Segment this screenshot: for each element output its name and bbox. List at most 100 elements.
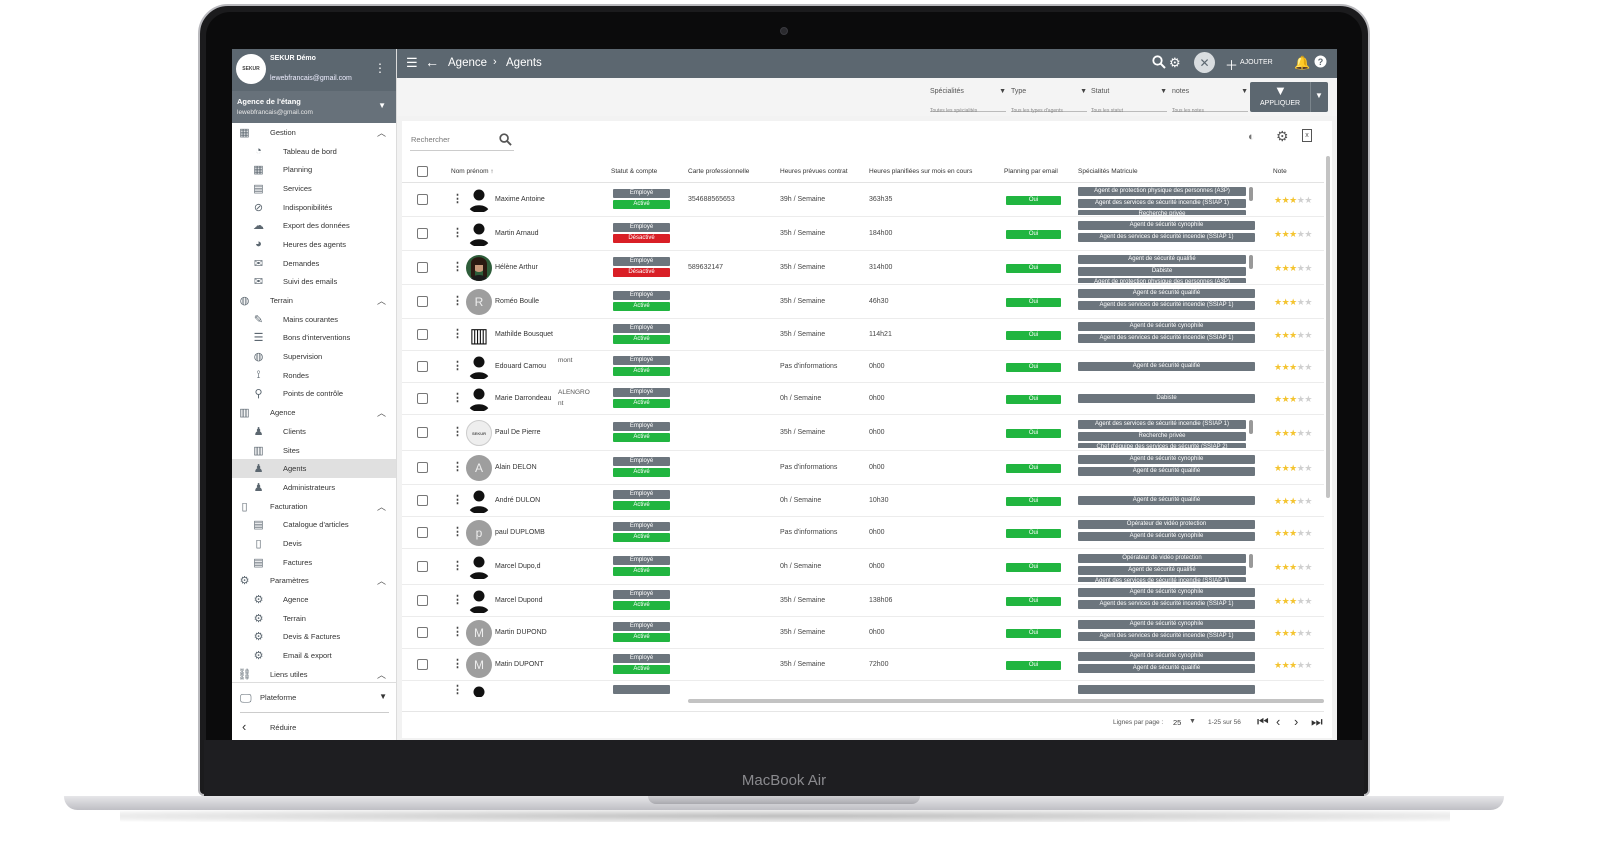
chevron-up-icon[interactable]: ︿ xyxy=(377,126,386,139)
table-row[interactable]: ⋮ Marcel Dupo,d Employé Activé 0h / Semai… xyxy=(402,549,1324,585)
table-row[interactable]: ⋮ Maxime Antoine Employé Activé 354688565… xyxy=(402,183,1324,217)
agent-name[interactable]: Martin DUPOND xyxy=(495,629,547,636)
row-menu-icon[interactable]: ⋮ xyxy=(452,427,463,438)
sidebar-item-export-des-donn-es[interactable]: ☁ Export des données xyxy=(232,216,396,235)
agent-name[interactable]: Mathilde Bousquet xyxy=(495,331,553,338)
excel-export-icon[interactable]: x xyxy=(1302,129,1312,142)
row-checkbox[interactable] xyxy=(417,262,428,273)
gears-icon[interactable]: ⚙ xyxy=(1169,55,1181,71)
chevron-up-icon[interactable]: ︿ xyxy=(377,406,386,419)
agent-name[interactable]: Marie Darrondeau xyxy=(495,395,551,402)
table-row[interactable]: ⋮ p paul DUPLOMB Employé Activé Pas d'info… xyxy=(402,517,1324,549)
specialties-scrollbar[interactable] xyxy=(1249,554,1253,568)
row-checkbox[interactable] xyxy=(417,462,428,473)
hamburger-menu-icon[interactable]: ☰ xyxy=(406,55,418,71)
vertical-scrollbar[interactable] xyxy=(1326,156,1330,498)
sidebar-item-points-de-contr-le[interactable]: ⚲ Points de contrôle xyxy=(232,385,396,404)
filter-specialties[interactable]: Spécialités ▼ Toutes les spécialités xyxy=(930,88,1006,114)
row-checkbox[interactable] xyxy=(417,329,428,340)
select-all-checkbox[interactable] xyxy=(417,166,428,177)
agent-name[interactable]: Martin Arnaud xyxy=(495,230,539,237)
row-menu-icon[interactable]: ⋮ xyxy=(452,296,463,307)
agent-name[interactable]: Maxime Antoine xyxy=(495,196,545,203)
row-checkbox[interactable] xyxy=(417,659,428,670)
table-row[interactable]: ⋮ Martin Arnaud Employé Désactivé 35h / S… xyxy=(402,217,1324,251)
table-row[interactable]: ⋮ Hélène Arthur Employé Désactivé 5896321… xyxy=(402,251,1324,285)
agent-name[interactable]: Alain DELON xyxy=(495,464,537,471)
rows-per-page-select[interactable]: 25 xyxy=(1173,718,1181,727)
row-menu-icon[interactable]: ⋮ xyxy=(452,228,463,239)
chevron-up-icon[interactable]: ︿ xyxy=(377,294,386,307)
table-row[interactable]: ⋮ ▥ Mathilde Bousquet Employé Activé 35h /… xyxy=(402,319,1324,351)
specialties-scrollbar[interactable] xyxy=(1249,255,1253,269)
table-row[interactable]: ⋮ André DULON Employé Activé 0h / Semaine… xyxy=(402,485,1324,517)
sidebar-item-mains-courantes[interactable]: ✎ Mains courantes xyxy=(232,310,396,329)
more-vert-icon[interactable]: ⋮ xyxy=(374,61,386,75)
row-menu-icon[interactable]: ⋮ xyxy=(452,194,463,205)
sidebar-item-devis-factures[interactable]: ⚙ Devis & Factures xyxy=(232,628,396,647)
specialties-scrollbar[interactable] xyxy=(1249,420,1253,434)
agency-selector[interactable]: Agence de l'étang lewebfrancais@gmail.co… xyxy=(232,91,396,123)
sidebar-item-services[interactable]: ▤ Services xyxy=(232,179,396,198)
row-menu-icon[interactable]: ⋮ xyxy=(452,262,463,273)
add-icon[interactable]: ＋ xyxy=(1225,55,1238,74)
chevron-up-icon[interactable]: ︿ xyxy=(377,574,386,587)
row-checkbox[interactable] xyxy=(417,228,428,239)
sidebar-item-agents[interactable]: ♟ Agents xyxy=(232,459,396,479)
sidebar-item-devis[interactable]: ▯ Devis xyxy=(232,534,396,553)
platform-selector[interactable]: 🖵 Plateforme ▼ xyxy=(240,683,389,713)
row-menu-icon[interactable]: ⋮ xyxy=(452,329,463,340)
sidebar-group-agence[interactable]: ▥ Agence ︿ xyxy=(232,403,396,422)
add-button[interactable]: AJOUTER xyxy=(1240,59,1273,66)
filter-status[interactable]: Statut ▼ Tous les statut xyxy=(1091,88,1167,114)
row-checkbox[interactable] xyxy=(417,361,428,372)
agent-name[interactable]: Marcel Dupo,d xyxy=(495,563,541,570)
row-checkbox[interactable] xyxy=(417,296,428,307)
sidebar-item-agence[interactable]: ⚙ Agence xyxy=(232,590,396,609)
help-icon[interactable]: ? xyxy=(1314,55,1327,71)
sidebar-item-indisponibilit-s[interactable]: ⊘ Indisponibilités xyxy=(232,198,396,217)
agent-name[interactable]: Edouard Camou xyxy=(495,363,546,370)
chevron-up-icon[interactable]: ︿ xyxy=(377,668,386,681)
agent-name[interactable]: Matin DUPONT xyxy=(495,661,544,668)
agent-name[interactable]: Hélène Arthur xyxy=(495,264,538,271)
apply-filters-button[interactable]: ▼ APPLIQUER ▼ xyxy=(1250,82,1328,112)
agent-name[interactable]: André DULON xyxy=(495,497,540,504)
search-icon[interactable] xyxy=(1152,55,1166,72)
back-arrow-icon[interactable]: ← xyxy=(425,54,439,70)
row-checkbox[interactable] xyxy=(417,595,428,606)
sidebar-item-supervision[interactable]: ◍ Supervision xyxy=(232,347,396,366)
row-menu-icon[interactable]: ⋮ xyxy=(452,595,463,606)
row-checkbox[interactable] xyxy=(417,393,428,404)
gear-icon[interactable]: ⚙ xyxy=(1276,128,1289,145)
table-row[interactable]: ⋮ A Alain DELON Employé Activé Pas d'infor… xyxy=(402,451,1324,485)
bell-icon[interactable]: 🔔 xyxy=(1294,55,1310,71)
caret-down-icon[interactable]: ▼ xyxy=(1189,718,1196,725)
agent-name[interactable]: Roméo Boulle xyxy=(495,298,539,305)
row-checkbox[interactable] xyxy=(417,495,428,506)
row-menu-icon[interactable]: ⋮ xyxy=(452,561,463,572)
sidebar-item-catalogue-d-articles[interactable]: ▤ Catalogue d'articles xyxy=(232,515,396,534)
row-menu-icon[interactable]: ⋮ xyxy=(452,495,463,506)
row-checkbox[interactable] xyxy=(417,527,428,538)
row-menu-icon[interactable]: ⋮ xyxy=(452,361,463,372)
sidebar-item-email-export[interactable]: ⚙ Email & export xyxy=(232,646,396,665)
toggle-view-icon[interactable]: ◐ xyxy=(1248,131,1255,143)
sidebar-item-tableau-de-bord[interactable]: ◔ Tableau de bord xyxy=(232,142,396,161)
row-menu-icon[interactable]: ⋮ xyxy=(452,659,463,670)
breadcrumb-agence[interactable]: Agence xyxy=(448,57,487,69)
agent-name[interactable]: Marcel Dupond xyxy=(495,597,542,604)
first-page-icon[interactable]: ⏮ xyxy=(1257,714,1269,730)
sidebar-group-terrain[interactable]: ◍ Terrain ︿ xyxy=(232,291,396,310)
row-checkbox[interactable] xyxy=(417,627,428,638)
sidebar-item-suivi-des-emails[interactable]: ✉ Suivi des emails xyxy=(232,273,396,292)
table-row[interactable]: ⋮ R Roméo Boulle Employé Activé 35h / Sema… xyxy=(402,285,1324,319)
sidebar-item-factures[interactable]: ▤ Factures xyxy=(232,553,396,572)
collapse-sidebar-button[interactable]: ‹ Réduire xyxy=(232,713,397,740)
horizontal-scrollbar[interactable] xyxy=(688,699,1324,703)
row-checkbox[interactable] xyxy=(417,561,428,572)
sidebar-group-liens-utiles[interactable]: ⛓ Liens utiles ︿ xyxy=(232,665,396,684)
search-input[interactable]: Rechercher xyxy=(410,131,514,151)
agent-name[interactable]: paul DUPLOMB xyxy=(495,529,545,536)
column-name[interactable]: Nom prénom ↑ xyxy=(451,168,494,175)
